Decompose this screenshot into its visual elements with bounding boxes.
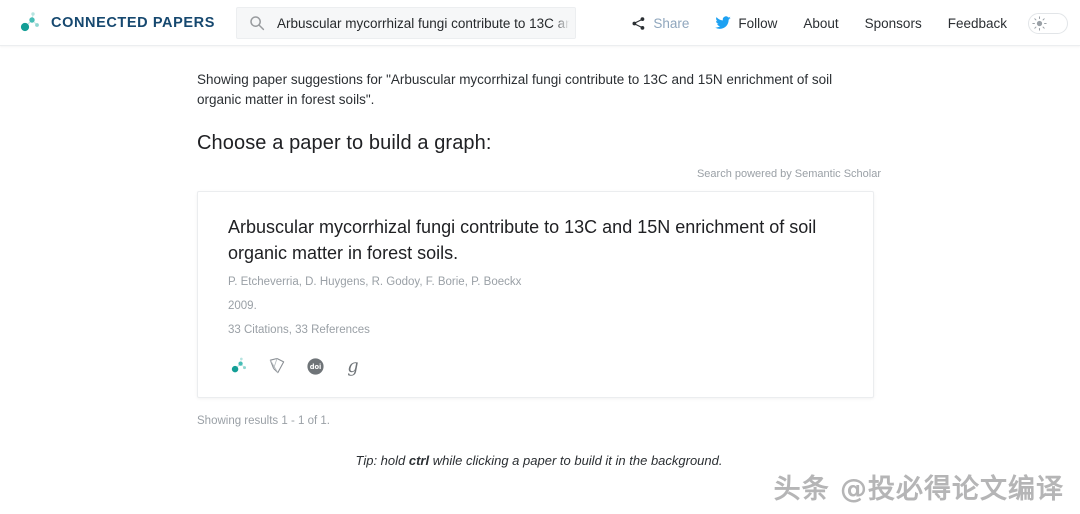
paper-citation-stats: 33 Citations, 33 References bbox=[228, 324, 370, 336]
theme-toggle-switch[interactable] bbox=[1028, 12, 1068, 34]
paper-title: Arbuscular mycorrhizal fungi contribute … bbox=[228, 217, 817, 263]
main-content-area: Showing paper suggestions for "Arbuscula… bbox=[0, 46, 1080, 514]
suggestion-line: Showing paper suggestions for "Arbuscula… bbox=[197, 72, 833, 107]
nav-follow-button[interactable]: Follow bbox=[702, 0, 790, 46]
keyboard-tip-line: Tip: hold ctrl while clicking a paper to… bbox=[197, 453, 881, 468]
nav-sponsors-button[interactable]: Sponsors bbox=[852, 0, 935, 46]
top-header-bar: CONNECTED PAPERS Share bbox=[0, 0, 1080, 46]
doi-icon[interactable]: doi bbox=[304, 355, 326, 377]
logo-wordmark: CONNECTED PAPERS bbox=[51, 14, 216, 31]
search-icon bbox=[249, 15, 265, 31]
paper-result-card[interactable]: Arbuscular mycorrhizal fungi contribute … bbox=[197, 191, 874, 398]
nav-feedback-button[interactable]: Feedback bbox=[935, 0, 1020, 46]
share-icon bbox=[631, 16, 646, 31]
connected-papers-graph-icon bbox=[16, 9, 44, 37]
nav-share-button[interactable]: Share bbox=[618, 0, 702, 46]
tip-text-after: while clicking a paper to build it in th… bbox=[429, 453, 723, 468]
page-title: Choose a paper to build a graph: bbox=[197, 132, 492, 154]
semantic-scholar-icon[interactable] bbox=[266, 355, 288, 377]
sun-icon bbox=[1030, 13, 1049, 33]
twitter-bird-icon bbox=[715, 16, 732, 30]
google-scholar-icon[interactable]: g bbox=[342, 355, 364, 377]
nav-follow-label: Follow bbox=[738, 15, 778, 31]
nav-about-button[interactable]: About bbox=[790, 0, 851, 46]
nav-feedback-label: Feedback bbox=[947, 15, 1007, 31]
svg-text:doi: doi bbox=[309, 363, 321, 371]
tip-key-ctrl: ctrl bbox=[408, 453, 430, 468]
paper-external-links: doi g bbox=[228, 355, 843, 377]
paper-authors: P. Etcheverria, D. Huygens, R. Godoy, F.… bbox=[228, 276, 522, 288]
tip-text-before: Tip: hold bbox=[355, 453, 409, 468]
results-count-label: Showing results 1 - 1 of 1. bbox=[197, 415, 330, 427]
search-input[interactable] bbox=[277, 8, 575, 38]
nav-about-label: About bbox=[803, 15, 839, 31]
svg-text:g: g bbox=[347, 357, 358, 376]
results-column: Showing paper suggestions for "Arbuscula… bbox=[197, 70, 881, 468]
connected-papers-graph-icon[interactable] bbox=[228, 355, 250, 377]
paper-year: 2009. bbox=[228, 300, 257, 312]
nav-sponsors-label: Sponsors bbox=[864, 15, 922, 31]
nav-share-label: Share bbox=[653, 15, 690, 31]
search-bar[interactable] bbox=[236, 7, 576, 39]
powered-by-label: Search powered by Semantic Scholar bbox=[696, 168, 881, 180]
logo-home-link[interactable]: CONNECTED PAPERS bbox=[16, 9, 215, 37]
header-nav: Share Follow About Sponsors Feedback bbox=[618, 0, 1068, 46]
